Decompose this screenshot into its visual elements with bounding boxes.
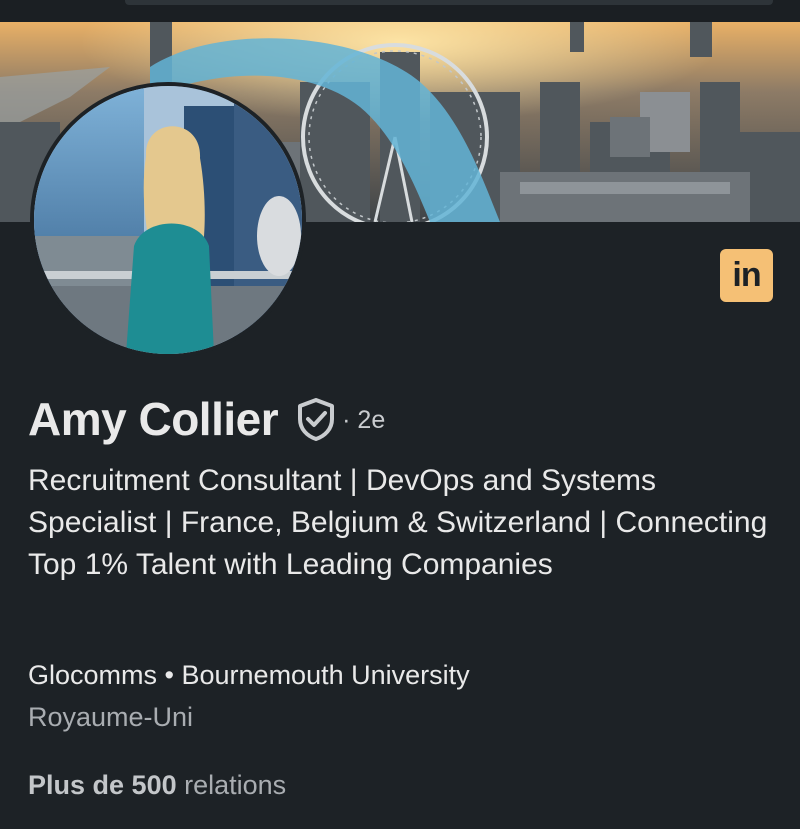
profile-headline: Recruitment Consultant | DevOps and Syst…: [28, 464, 768, 581]
profile-avatar[interactable]: [30, 82, 306, 358]
top-app-bar: [0, 0, 800, 22]
profile-name: Amy Collier: [28, 393, 279, 445]
profile-location: Royaume-Uni: [28, 702, 194, 732]
search-bar-edge[interactable]: [125, 0, 773, 5]
name-row: Amy Collier · 2e: [28, 392, 385, 446]
connection-degree: · 2e: [342, 405, 386, 434]
school-name[interactable]: Bournemouth University: [182, 660, 470, 690]
separator-dot: •: [164, 660, 174, 690]
connections-number: 500: [131, 770, 177, 800]
connections-prefix: Plus de: [28, 770, 125, 800]
company-name[interactable]: Glocomms: [28, 660, 157, 690]
linkedin-logo-badge: in: [720, 249, 773, 302]
connections-label: relations: [184, 770, 287, 800]
experience-education-line[interactable]: Glocomms • Bournemouth University: [28, 660, 470, 691]
verified-shield-icon[interactable]: [296, 397, 336, 441]
connections-count[interactable]: Plus de 500 relations: [28, 770, 286, 801]
